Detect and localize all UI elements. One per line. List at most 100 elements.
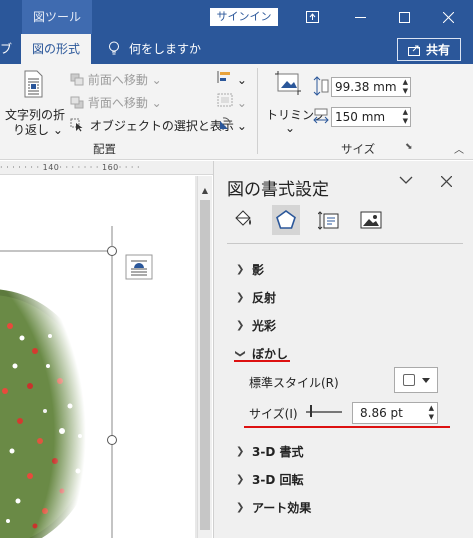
pane-close-button[interactable]: [440, 173, 453, 191]
tab-previous[interactable]: ブ: [0, 40, 12, 57]
align-button[interactable]: ⌄: [217, 70, 247, 87]
section-glow[interactable]: ❯ 光彩: [236, 317, 276, 334]
width-icon: [313, 108, 329, 127]
chevron-right-icon: ❯: [236, 264, 245, 275]
width-input[interactable]: 150 mm ▲ ▼: [331, 107, 411, 127]
picture-icon: [360, 211, 382, 229]
chevron-right-icon: ❯: [236, 446, 245, 457]
chevron-right-icon: ❯: [236, 502, 245, 513]
picture-tools-context-tab: 図ツール: [22, 0, 92, 34]
maximize-icon: [398, 11, 410, 23]
bring-forward-button[interactable]: 前面へ移動 ⌄: [70, 71, 162, 88]
pane-divider: [227, 243, 463, 244]
presets-label: 標準スタイル(R): [249, 376, 339, 390]
ribbon-display-options-button[interactable]: [292, 0, 332, 34]
chevron-down-icon: [399, 176, 413, 184]
share-button[interactable]: 共有: [397, 38, 461, 61]
group-icon: [217, 93, 233, 107]
ribbon-tab-row: ブ 図の形式 何をしますか 共有: [0, 34, 473, 64]
size-group-label: サイズ: [341, 142, 376, 156]
rotate-button[interactable]: ⌄: [217, 116, 247, 133]
highlight-underline: [244, 426, 450, 428]
chevron-down-icon: ❯: [234, 349, 246, 358]
section-glow-label: 光彩: [252, 319, 277, 333]
tab-picture[interactable]: [357, 205, 385, 235]
section-shadow-label: 影: [252, 263, 265, 277]
size-spin-arrows[interactable]: ▲ ▼: [429, 404, 434, 422]
bring-forward-icon: [70, 73, 84, 86]
height-spin-arrows[interactable]: ▲ ▼: [403, 78, 408, 96]
size-properties-icon: [318, 211, 339, 230]
size-slider-thumb[interactable]: [310, 405, 312, 417]
collapse-ribbon-button[interactable]: ︿: [454, 141, 464, 156]
tab-fill-line[interactable]: [229, 205, 257, 235]
section-artistic-effects[interactable]: ❯ アート効果: [236, 499, 311, 516]
share-label: 共有: [425, 43, 450, 57]
group-separator: [257, 68, 258, 154]
wrap-text-icon: [24, 70, 43, 98]
document-area: [0, 176, 197, 538]
send-backward-icon: [70, 96, 84, 109]
selection-pane-label: オブジェクトの選択と表示: [89, 119, 234, 133]
lightbulb-icon: [109, 41, 119, 55]
height-input[interactable]: 99.38 mm ▲ ▼: [331, 77, 411, 97]
horizontal-ruler: · · · · · · · 140· · · · · · · 160· · · …: [0, 161, 213, 175]
ribbon: 文字列の折 り返し ⌄ 前面へ移動 ⌄ 背面へ移動 ⌄ オブジェクトの選択と表示…: [0, 64, 473, 160]
scroll-thumb[interactable]: [200, 200, 210, 530]
arrange-group-label: 配置: [93, 142, 116, 156]
scroll-up-arrow[interactable]: ▲: [198, 184, 212, 198]
size-dialog-launcher[interactable]: ⬊: [405, 142, 413, 152]
width-spin-arrows[interactable]: ▲ ▼: [403, 108, 408, 126]
send-backward-label: 背面へ移動: [87, 96, 148, 110]
tab-layout-properties[interactable]: [315, 205, 343, 235]
chevron-right-icon: ❯: [236, 474, 245, 485]
align-icon: [217, 71, 230, 83]
width-value: 150 mm: [335, 110, 386, 124]
pentagon-icon: [276, 210, 296, 229]
close-window-button[interactable]: [428, 0, 468, 34]
ruler-marks: · · · · · · · 140· · · · · · · 160· · · …: [0, 163, 141, 172]
tell-me-search[interactable]: 何をしますか: [108, 40, 201, 57]
send-backward-button[interactable]: 背面へ移動 ⌄: [70, 94, 162, 111]
signin-button[interactable]: サインイン: [210, 8, 278, 26]
wrap-text-button[interactable]: [22, 70, 44, 101]
minimize-button[interactable]: [340, 0, 380, 34]
bring-forward-label: 前面へ移動: [87, 73, 148, 87]
section-artistic-effects-label: アート効果: [252, 501, 312, 515]
ribbon-display-icon: [305, 11, 319, 23]
size-input[interactable]: 8.86 pt ▲ ▼: [352, 402, 438, 424]
paint-bucket-icon: [235, 210, 251, 226]
pane-options-button[interactable]: [399, 173, 413, 189]
selected-picture[interactable]: [0, 176, 195, 538]
height-value: 99.38 mm: [335, 80, 397, 94]
wrap-text-label-line2: り返し: [13, 123, 50, 137]
section-3d-rotation-label: 3-D 回転: [252, 473, 304, 487]
pane-title: 図の書式設定: [227, 180, 329, 200]
maximize-button[interactable]: [384, 0, 424, 34]
crop-dropdown-arrow[interactable]: ⌄: [285, 121, 295, 135]
title-bar: 図ツール サインイン: [0, 0, 473, 34]
selection-pane-button[interactable]: オブジェクトの選択と表示: [70, 117, 234, 134]
section-shadow[interactable]: ❯ 影: [236, 261, 264, 278]
vertical-scrollbar[interactable]: ▲: [197, 176, 212, 538]
size-label: サイズ(I): [249, 407, 298, 421]
preset-swatch: [402, 374, 415, 386]
section-3d-rotation[interactable]: ❯ 3-D 回転: [236, 471, 303, 488]
soft-edges-presets-dropdown[interactable]: [394, 367, 438, 393]
document-page: [0, 176, 195, 538]
crop-button[interactable]: [274, 70, 302, 99]
tab-picture-format[interactable]: 図の形式: [21, 34, 91, 64]
section-3d-format[interactable]: ❯ 3-D 書式: [236, 443, 303, 460]
selection-pane-icon: [70, 118, 83, 132]
group-button[interactable]: ⌄: [217, 93, 247, 110]
section-reflection[interactable]: ❯ 反射: [236, 289, 276, 306]
wrap-text-label-2: り返し ⌄: [13, 123, 63, 137]
height-icon: [313, 76, 329, 99]
section-3d-format-label: 3-D 書式: [252, 445, 304, 459]
share-icon: [407, 45, 420, 56]
close-icon: [442, 11, 454, 23]
close-icon: [440, 175, 453, 188]
size-value: 8.86 pt: [360, 406, 403, 420]
minimize-icon: [354, 16, 366, 18]
tab-effects[interactable]: [272, 205, 300, 235]
